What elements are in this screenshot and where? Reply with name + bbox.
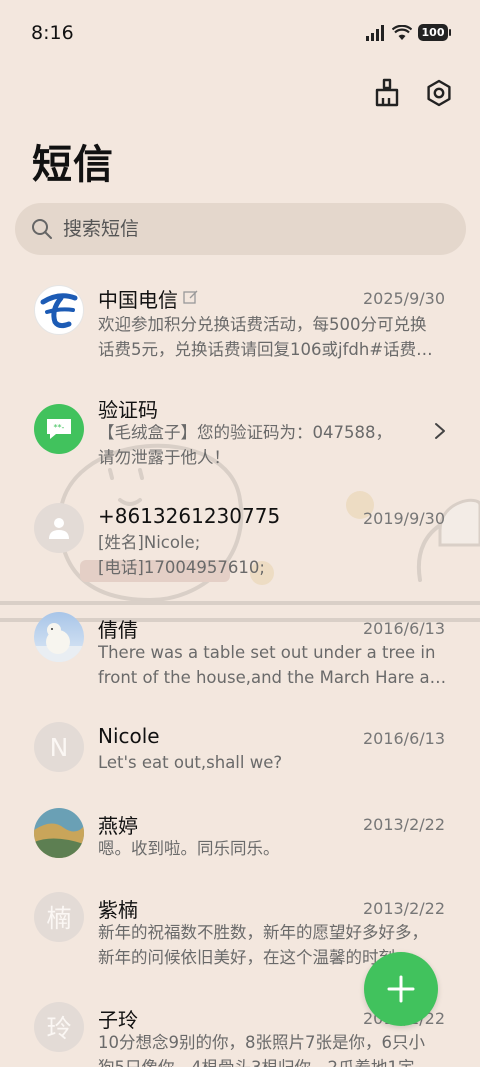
conversation-preview: 嗯。收到啦。同乐同乐。: [98, 836, 448, 861]
broom-icon: [375, 78, 399, 107]
person-icon: [49, 518, 69, 539]
landscape-photo: [34, 808, 84, 858]
status-time: 8:16: [31, 22, 74, 44]
conversation-preview: Let's eat out,shall we?: [98, 750, 448, 775]
china-telecom-logo: [40, 293, 78, 329]
conversation-name: Nicole: [98, 724, 160, 748]
preview-line: 狗5只像你，4根骨头3根归你，2爪着地1定…: [98, 1055, 448, 1067]
conversation-item[interactable]: 中国电信 2025/9/30 欢迎参加积分兑换话费活动，每500分可兑换 话费5…: [0, 282, 480, 372]
conversation-preview: [姓名]Nicole; [电话]17004957610;: [98, 530, 448, 580]
conversation-item[interactable]: N Nicole 2016/6/13 Let's eat out,shall w…: [0, 722, 480, 792]
page-title: 短信: [32, 142, 114, 188]
avatar: [34, 612, 84, 662]
conversation-item[interactable]: **- 验证码 【毛绒盒子】您的验证码为：047588， 请勿泄露于他人！: [0, 392, 480, 482]
preview-line: Let's eat out,shall we?: [98, 753, 283, 772]
avatar: 楠: [34, 892, 84, 942]
conversation-item[interactable]: 燕婷 2013/2/22 嗯。收到啦。同乐同乐。: [0, 808, 480, 878]
plus-icon: [387, 975, 415, 1003]
preview-line: [电话]17004957610;: [98, 558, 265, 577]
top-actions: [372, 78, 454, 108]
conversation-date: 2019/9/30: [362, 509, 445, 528]
new-message-button[interactable]: [364, 952, 438, 1026]
status-bar: 8:16 100: [0, 0, 480, 68]
avatar-letter: 楠: [46, 904, 72, 933]
conversation-preview: 10分想念9别的你，8张照片7张是你，6只小 狗5只像你，4根骨头3根归你，2爪…: [98, 1030, 448, 1067]
search-icon: [32, 219, 52, 239]
conversation-date: 2016/6/13: [362, 729, 445, 748]
avatar: 玲: [34, 1002, 84, 1052]
conversation-name: 验证码: [98, 398, 158, 422]
conversation-preview: There was a table set out under a tree i…: [98, 640, 448, 690]
chevron-right-icon[interactable]: [434, 422, 446, 440]
preview-line: [姓名]Nicole;: [98, 533, 201, 552]
avatar: **-: [34, 404, 84, 454]
conversation-date: 2013/2/22: [362, 815, 445, 834]
preview-line: 请勿泄露于他人！: [98, 448, 230, 467]
avatar: [34, 285, 84, 335]
preview-line: 10分想念9别的你，8张照片7张是你，6只小: [98, 1033, 425, 1052]
battery-level: 100: [421, 26, 445, 39]
conversation-date: 2016/6/13: [362, 619, 445, 638]
conversation-date: 2013/2/22: [362, 899, 445, 918]
conversation-name: 燕婷: [98, 814, 138, 838]
preview-line: There was a table set out under a tree i…: [98, 643, 436, 662]
battery-icon: 100: [418, 24, 451, 41]
avatar: [34, 808, 84, 858]
conversation-date: 2025/9/30: [362, 289, 445, 308]
svg-text:**-: **-: [54, 423, 65, 432]
preview-line: 新年的祝福数不胜数，新年的愿望好多好多，: [98, 923, 428, 942]
edit-icon: [183, 290, 198, 304]
conversation-name: 紫楠: [98, 898, 138, 922]
conversation-name: +8613261230775: [98, 504, 281, 528]
conversation-name: 中国电信: [98, 288, 178, 312]
status-icons: 100: [366, 24, 451, 41]
conversation-name: 倩倩: [98, 618, 138, 642]
preview-line: front of the house,and the March Hare an…: [98, 668, 448, 687]
conversation-item[interactable]: 倩倩 2016/6/13 There was a table set out u…: [0, 612, 480, 702]
avatar: [34, 503, 84, 553]
preview-line: 嗯。收到啦。同乐同乐。: [98, 839, 280, 858]
settings-icon: [427, 79, 451, 107]
avatar: N: [34, 722, 84, 772]
settings-button[interactable]: [424, 78, 454, 108]
conversation-preview: 欢迎参加积分兑换话费活动，每500分可兑换 话费5元，兑换话费请回复106或jf…: [98, 312, 448, 362]
conversation-item[interactable]: +8613261230775 2019/9/30 [姓名]Nicole; [电话…: [0, 502, 480, 592]
search-input[interactable]: [63, 218, 443, 240]
polar-bear-photo: [34, 623, 84, 662]
wifi-icon: [392, 24, 412, 40]
conversation-preview: 【毛绒盒子】您的验证码为：047588， 请勿泄露于他人！: [98, 420, 448, 470]
signal-icon: [366, 24, 384, 41]
avatar-letter: N: [49, 732, 69, 762]
search-bar[interactable]: [15, 203, 466, 255]
preview-line: 欢迎参加积分兑换话费活动，每500分可兑换: [98, 315, 427, 334]
message-bubble-icon: **-: [47, 419, 71, 439]
preview-line: 话费5元，兑换话费请回复106或jfdh#话费…: [98, 340, 433, 359]
clean-button[interactable]: [372, 78, 402, 108]
avatar-letter: 玲: [46, 1014, 72, 1043]
preview-line: 【毛绒盒子】您的验证码为：047588，: [98, 423, 392, 442]
conversation-name: 子玲: [98, 1008, 138, 1032]
